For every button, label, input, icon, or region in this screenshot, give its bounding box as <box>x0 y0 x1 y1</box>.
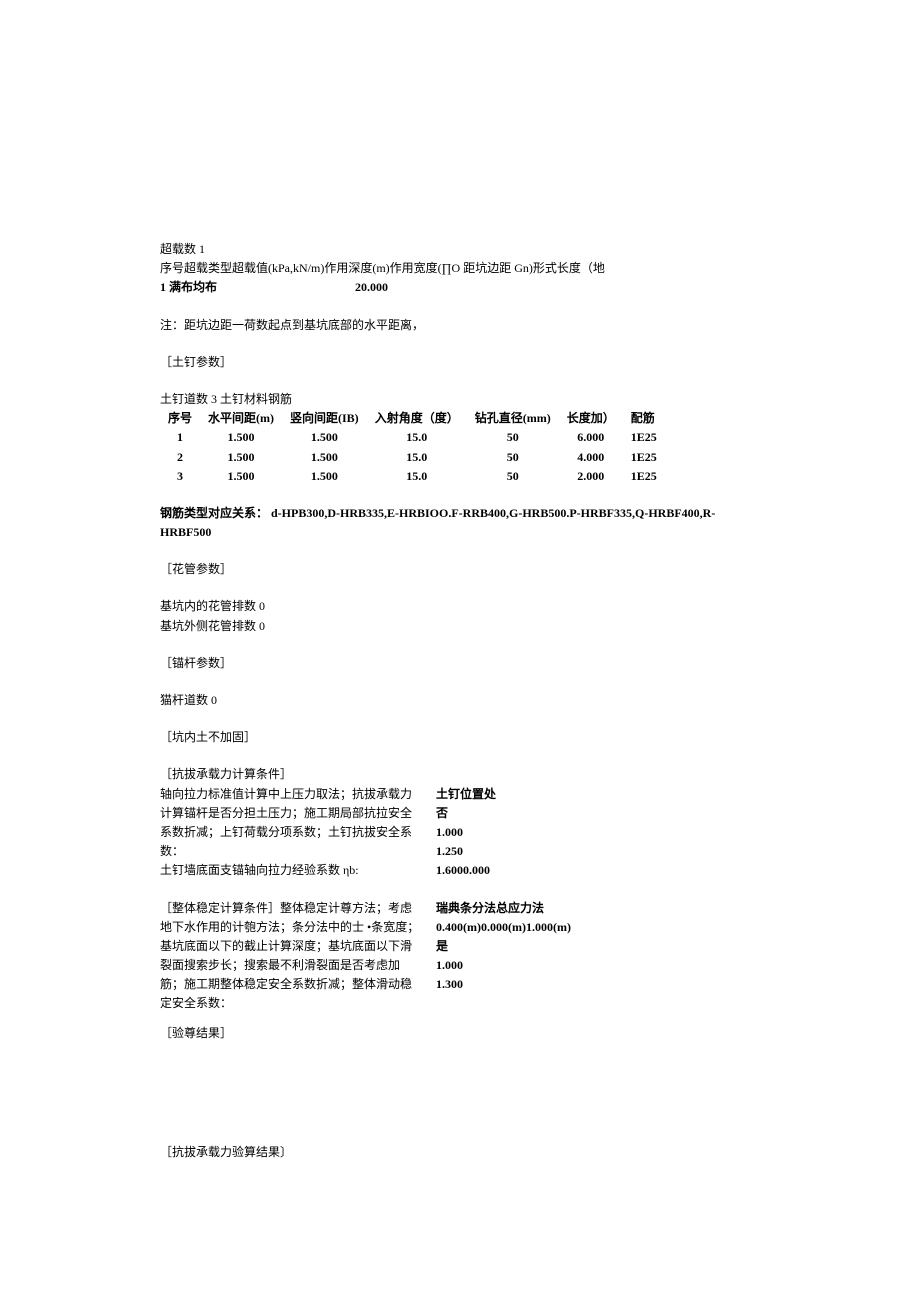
col-h: 水平间距(m) <box>200 409 282 428</box>
rebar-type-map: 钢筋类型对应关系： d-HPB300,D-HRB335,E-HRBIOO.F-R… <box>160 504 760 542</box>
col-dia: 钻孔直径(mm) <box>467 409 559 428</box>
table-row: 3 1.500 1.500 15.0 50 2.000 1E25 <box>160 467 665 486</box>
tube-inside-count: 基坑内的花管排数 0 <box>160 597 760 616</box>
pullout-block: 轴向拉力标准值计算中上压力取法；抗拔承载力计算锚杆是否分担土压力；施工期局部抗拉… <box>160 785 760 881</box>
stability-block: ［整体稳定计算条件］整体稳定计尊方法；考虑地下水作用的计匏方法；条分法中的士 •… <box>160 899 760 1014</box>
table-row: 2 1.500 1.500 15.0 50 4.000 1E25 <box>160 448 665 467</box>
result-section-title: ［验尊结果］ <box>160 1024 760 1043</box>
soilnail-table: 序号 水平间距(m) 竖向间距(IB) 入射角度（度） 钻孔直径(mm) 长度加… <box>160 409 665 486</box>
tube-section-title: ［花管参数］ <box>160 560 760 579</box>
pullout-section-title: ［抗拔承载力计算条件］ <box>160 765 760 784</box>
noreinforce-section-title: ［坑内土不加固］ <box>160 728 760 747</box>
anchor-section-title: ［锚杆参数］ <box>160 654 760 673</box>
overload-note: 注：距坑边距一荷数起点到基坑底部的水平距离， <box>160 316 760 335</box>
pullout-values: 土钉位置处 否 1.000 1.250 1.6000.000 <box>436 785 496 881</box>
document-page: 超载数 1 序号超载类型超载值(kPa,kN/m)作用深度(m)作用宽度(∏O … <box>0 0 920 1242</box>
table-row: 1 1.500 1.500 15.0 50 6.000 1E25 <box>160 428 665 447</box>
overload-count: 超载数 1 <box>160 240 760 259</box>
stability-values: 瑞典条分法总应力法 0.400(m)0.000(m)1.000(m) 是 1.0… <box>436 899 571 1014</box>
table-row: 序号 水平间距(m) 竖向间距(IB) 入射角度（度） 钻孔直径(mm) 长度加… <box>160 409 665 428</box>
overload-row-1: 1 满布均布 20.000 <box>160 278 760 297</box>
col-len: 长度加） <box>559 409 623 428</box>
anchor-count: 猫杆道数 0 <box>160 691 760 710</box>
soilnail-count: 土钉道数 3 土钉材料钢筋 <box>160 390 760 409</box>
col-v: 竖向间距(IB) <box>282 409 367 428</box>
tube-outside-count: 基坑外侧花管排数 0 <box>160 617 760 636</box>
pullout-labels: 轴向拉力标准值计算中上压力取法；抗拔承载力计算锚杆是否分担土压力；施工期局部抗拉… <box>160 785 420 881</box>
pullout-result-title: ［抗拔承载力验算结果〕 <box>160 1143 760 1162</box>
soilnail-section-title: ［土钉参数］ <box>160 353 760 372</box>
col-bar: 配筋 <box>623 409 665 428</box>
overload-table-header: 序号超载类型超载值(kPa,kN/m)作用深度(m)作用宽度(∏O 距坑边距 G… <box>160 259 760 278</box>
col-ang: 入射角度（度） <box>367 409 467 428</box>
stability-labels: ［整体稳定计算条件］整体稳定计尊方法；考虑地下水作用的计匏方法；条分法中的士 •… <box>160 899 420 1014</box>
col-idx: 序号 <box>160 409 200 428</box>
